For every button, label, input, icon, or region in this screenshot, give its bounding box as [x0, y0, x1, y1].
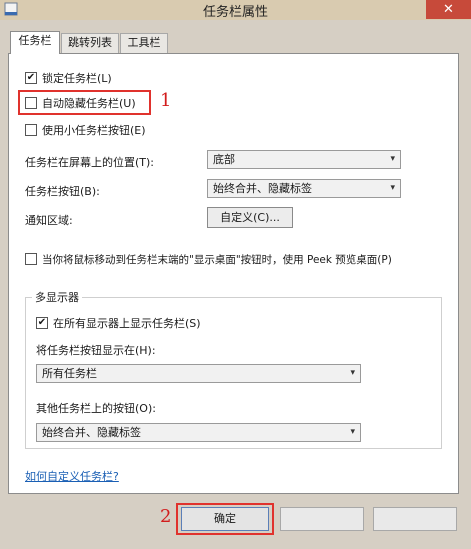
taskbar-position-label: 任务栏在屏幕上的位置(T):: [25, 156, 155, 169]
chevron-down-icon: ▾: [350, 427, 355, 437]
taskbar-position-select[interactable]: 底部 ▾: [207, 150, 401, 169]
checkbox-checked-icon: ✔: [36, 317, 48, 329]
window-title: 任务栏属性: [202, 5, 268, 20]
annotation-step-1: 1: [160, 90, 172, 111]
annotation-step-2: 2: [160, 506, 172, 527]
ok-button[interactable]: 确定: [181, 507, 269, 531]
peek-preview-checkbox[interactable]: 当你将鼠标移动到任务栏末端的"显示桌面"按钮时，使用 Peek 预览桌面(P): [25, 251, 450, 267]
taskbar-buttons-label: 任务栏按钮(B):: [25, 185, 100, 198]
taskbar-buttons-select[interactable]: 始终合并、隐藏标签 ▾: [207, 179, 401, 198]
cancel-button[interactable]: [280, 507, 364, 531]
tab-toolbars[interactable]: 工具栏: [120, 33, 168, 53]
checkbox-checked-icon: ✔: [25, 72, 37, 84]
checkbox-unchecked-icon: [25, 124, 37, 136]
chevron-down-icon: ▾: [350, 368, 355, 378]
show-taskbar-all-displays-checkbox[interactable]: ✔ 在所有显示器上显示任务栏(S): [36, 315, 286, 331]
apply-button[interactable]: [373, 507, 457, 531]
tab-jumplists[interactable]: 跳转列表: [61, 33, 119, 53]
other-taskbar-buttons-select[interactable]: 始终合并、隐藏标签 ▾: [36, 423, 361, 442]
checkbox-unchecked-icon: [25, 97, 37, 109]
chevron-down-icon: ▾: [390, 154, 395, 164]
chevron-down-icon: ▾: [390, 183, 395, 193]
small-taskbar-buttons-checkbox[interactable]: 使用小任务栏按钮(E): [25, 122, 225, 138]
multiple-displays-title: 多显示器: [32, 289, 82, 305]
show-buttons-on-label: 将任务栏按钮显示在(H):: [36, 344, 156, 357]
customize-taskbar-help-link[interactable]: 如何自定义任务栏?: [25, 468, 119, 484]
checkbox-unchecked-icon: [25, 253, 37, 265]
notification-area-label: 通知区域:: [25, 214, 73, 227]
other-taskbar-buttons-label: 其他任务栏上的按钮(O):: [36, 402, 156, 415]
close-button[interactable]: ✕: [426, 0, 471, 19]
lock-taskbar-checkbox[interactable]: ✔ 锁定任务栏(L): [25, 70, 225, 86]
show-buttons-on-select[interactable]: 所有任务栏 ▾: [36, 364, 361, 383]
tab-taskbar[interactable]: 任务栏: [10, 31, 60, 54]
customize-button[interactable]: 自定义(C)...: [207, 207, 293, 228]
auto-hide-taskbar-checkbox[interactable]: 自动隐藏任务栏(U): [25, 95, 149, 111]
close-icon: ✕: [443, 2, 454, 17]
